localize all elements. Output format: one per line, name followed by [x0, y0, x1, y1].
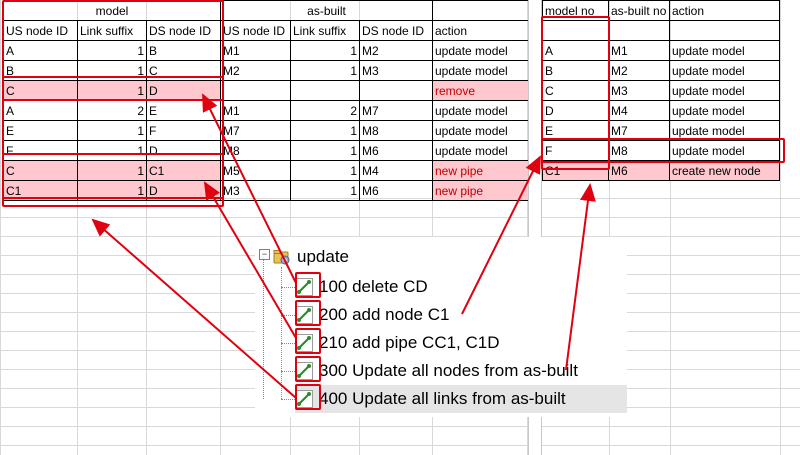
annotation-arrows — [91, 93, 596, 399]
arrow-addnode-to-c1 — [461, 155, 541, 315]
arrow-links-to-model — [91, 218, 297, 399]
arrow-addpipe-to-rows — [203, 181, 297, 339]
arrow-nodes-to-ids — [565, 183, 596, 371]
arrow-delete-to-cd — [202, 93, 297, 284]
